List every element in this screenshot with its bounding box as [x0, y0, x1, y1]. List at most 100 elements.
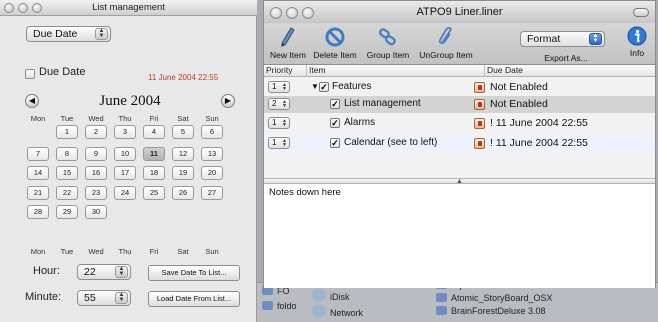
calendar-day-13[interactable]: 13: [201, 147, 223, 161]
due-date-column-header[interactable]: Due Date: [484, 65, 655, 77]
window-title: List management: [92, 2, 165, 13]
calendar-day-16[interactable]: 16: [85, 166, 107, 180]
calendar-day-2[interactable]: 2: [85, 125, 107, 139]
due-date-checkbox[interactable]: [25, 69, 35, 79]
item-text[interactable]: Calendar (see to left): [344, 137, 437, 148]
priority-stepper[interactable]: 1 ▲ ▼: [268, 81, 290, 93]
calendar-day-11[interactable]: 11: [143, 147, 165, 161]
calendar-day-22[interactable]: 22: [56, 186, 78, 200]
calendar-day-29[interactable]: 29: [56, 205, 78, 219]
disclosure-triangle-icon[interactable]: ▼: [311, 82, 319, 91]
flag-icon[interactable]: [474, 99, 485, 110]
popup-arrows-icon: ▲ ▼: [95, 28, 108, 40]
calendar-day-1[interactable]: 1: [56, 125, 78, 139]
item-done-checkbox[interactable]: ✓: [330, 138, 340, 148]
desktop-item-foldo[interactable]: foldo: [262, 301, 297, 311]
calendar-day-18[interactable]: 18: [143, 166, 165, 180]
due-date-cell[interactable]: ! 11 June 2004 22:55: [490, 117, 588, 129]
item-done-checkbox[interactable]: ✓: [319, 82, 329, 92]
calendar-day-20[interactable]: 20: [201, 166, 223, 180]
desktop-item-network[interactable]: Network: [312, 305, 363, 318]
calendar-day-7[interactable]: 7: [27, 147, 49, 161]
flag-icon[interactable]: [474, 82, 485, 93]
paperclip-icon: [438, 27, 452, 44]
desktop-item-storyboard[interactable]: Atomic_StoryBoard_OSX: [436, 293, 553, 303]
weekday-label: Sat: [177, 247, 189, 256]
toolbar: New Item Delete Item Group Item UnGroup …: [264, 23, 655, 65]
popup-arrows-icon: ▲ ▼: [589, 33, 602, 45]
outline-row[interactable]: 1 ▲ ▼ ✓ Calendar (see to left) ! 11 June 2…: [264, 135, 655, 152]
calendar-day-12[interactable]: 12: [172, 147, 194, 161]
toolbar-toggle-button[interactable]: [633, 8, 649, 17]
priority-column-header[interactable]: Priority: [264, 65, 306, 77]
item-text[interactable]: Features: [332, 81, 371, 92]
minute-popup[interactable]: 55 ▲ ▼: [77, 290, 131, 306]
item-text[interactable]: Alarms: [344, 117, 375, 128]
priority-stepper[interactable]: 2 ▲ ▼: [268, 98, 290, 110]
weekday-label: Tue: [60, 114, 74, 123]
weekday-label: Wed: [88, 247, 104, 256]
hour-popup[interactable]: 22 ▲ ▼: [77, 264, 131, 280]
calendar-day-4[interactable]: 4: [143, 125, 165, 139]
export-as-label[interactable]: Export As...: [526, 53, 606, 63]
info-icon: [627, 26, 647, 46]
outline-row[interactable]: 1 ▲ ▼ ✓ Alarms ! 11 June 2004 22:55: [264, 115, 655, 132]
app-icon: [436, 293, 447, 302]
calendar-day-26[interactable]: 26: [172, 186, 194, 200]
calendar-day-17[interactable]: 17: [114, 166, 136, 180]
new-item-button[interactable]: New Item: [266, 26, 310, 60]
save-date-button[interactable]: Save Date To List...: [148, 265, 240, 281]
desktop-item-brainforest[interactable]: BrainForestDeluxe 3.08: [436, 306, 546, 316]
item-done-checkbox[interactable]: ✓: [330, 99, 340, 109]
priority-stepper[interactable]: 1 ▲ ▼: [268, 117, 290, 129]
chevron-right-icon: ▶: [224, 96, 232, 105]
calendar-day-10[interactable]: 10: [114, 147, 136, 161]
flag-icon[interactable]: [474, 118, 485, 129]
info-button[interactable]: Info: [622, 26, 652, 58]
outline-row[interactable]: 1 ▲ ▼ ▼ ✓ Features Not Enabled: [264, 79, 655, 96]
prev-month-button[interactable]: ◀: [25, 94, 39, 108]
popup-arrows-icon: ▲ ▼: [115, 292, 128, 304]
calendar-day-24[interactable]: 24: [114, 186, 136, 200]
desktop-item-idisk[interactable]: iDisk: [312, 289, 350, 302]
priority-stepper[interactable]: 1 ▲ ▼: [268, 137, 290, 149]
list-management-window: List management Due Date ▲ ▼ Due Date 11 …: [0, 0, 257, 322]
ungroup-item-button[interactable]: UnGroup Item: [416, 26, 476, 60]
due-date-cell[interactable]: Not Enabled: [490, 81, 548, 93]
due-date-cell[interactable]: Not Enabled: [490, 98, 548, 110]
notes-textarea[interactable]: Notes down here: [264, 184, 655, 288]
title-bar[interactable]: ATPO9 Liner.liner: [264, 1, 655, 23]
liner-document-window: ATPO9 Liner.liner New Item Delete Item G…: [263, 0, 656, 288]
delete-item-button[interactable]: Delete Item: [310, 26, 360, 60]
calendar-day-5[interactable]: 5: [172, 125, 194, 139]
calendar-day-27[interactable]: 27: [201, 186, 223, 200]
calendar-day-9[interactable]: 9: [85, 147, 107, 161]
window-title: ATPO9 Liner.liner: [416, 6, 503, 18]
calendar-day-6[interactable]: 6: [201, 125, 223, 139]
calendar-day-14[interactable]: 14: [27, 166, 49, 180]
weekday-label: Wed: [88, 114, 104, 123]
format-popup[interactable]: Format ▲ ▼: [520, 31, 605, 47]
calendar-day-30[interactable]: 30: [85, 205, 107, 219]
calendar-day-21[interactable]: 21: [27, 186, 49, 200]
calendar-day-25[interactable]: 25: [143, 186, 165, 200]
flag-icon[interactable]: [474, 138, 485, 149]
title-bar[interactable]: List management: [0, 0, 257, 16]
weekday-label: Tue: [60, 247, 74, 256]
item-column-header[interactable]: Item: [306, 65, 478, 77]
calendar-day-8[interactable]: 8: [56, 147, 78, 161]
item-done-checkbox[interactable]: ✓: [330, 118, 340, 128]
calendar-day-23[interactable]: 23: [85, 186, 107, 200]
calendar-day-28[interactable]: 28: [27, 205, 49, 219]
network-icon: [312, 305, 326, 317]
calendar-day-3[interactable]: 3: [114, 125, 136, 139]
calendar-day-19[interactable]: 19: [172, 166, 194, 180]
sort-popup[interactable]: Due Date ▲ ▼: [26, 26, 111, 42]
next-month-button[interactable]: ▶: [221, 94, 235, 108]
outline-row-selected[interactable]: 2 ▲ ▼ ✓ List management Not Enabled: [264, 96, 655, 113]
load-date-button[interactable]: Load Date From List...: [148, 291, 240, 307]
group-item-button[interactable]: Group Item: [362, 26, 414, 60]
calendar-day-15[interactable]: 15: [56, 166, 78, 180]
item-text[interactable]: List management: [344, 98, 421, 109]
due-date-cell[interactable]: ! 11 June 2004 22:55: [490, 137, 588, 149]
